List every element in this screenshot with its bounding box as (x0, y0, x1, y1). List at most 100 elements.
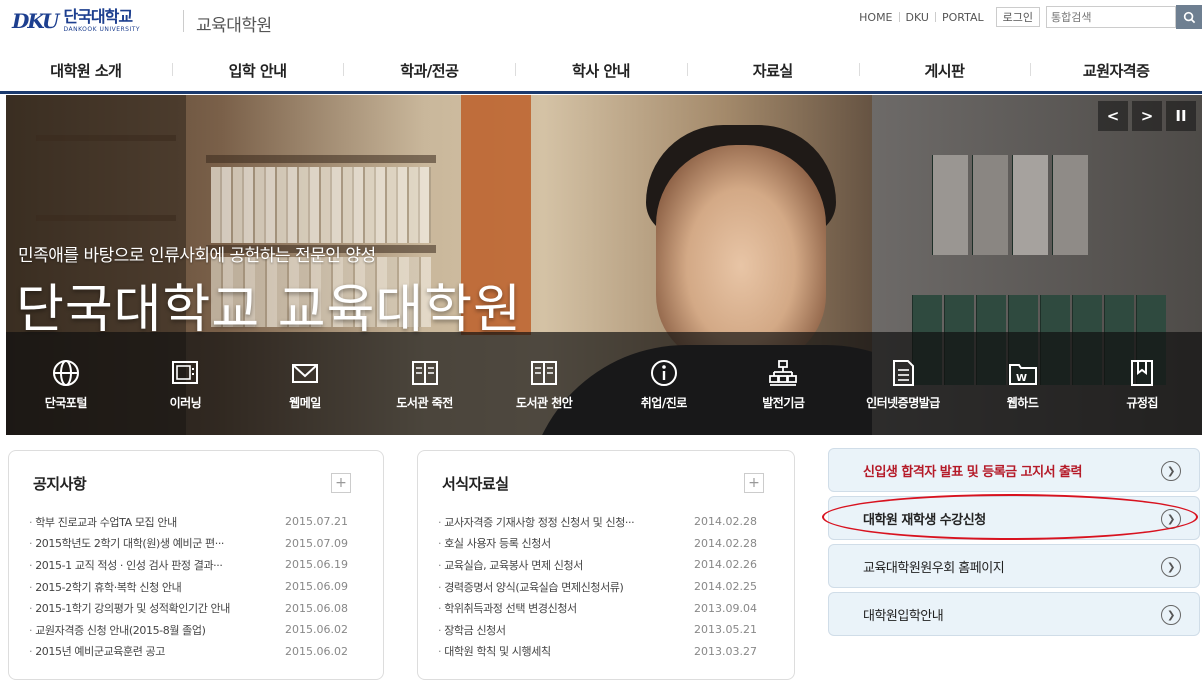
chevron-right-icon: ❯ (1161, 461, 1181, 481)
list-item[interactable]: 대학원 학칙 및 시행세칙2013.03.27 (438, 641, 757, 663)
quick-links-bar: 단국포털 이러닝 웹메일 도서관 죽전 도서관 천안 취업/진로 발전기금 인터… (6, 332, 1202, 435)
nav-item-about[interactable]: 대학원 소개 (0, 60, 172, 81)
university-logo[interactable]: DKU 단국대학교 DANKOOK UNIVERSITY (12, 8, 140, 34)
forms-title: 서식자료실 (442, 475, 509, 493)
notice-list: 학부 진로교과 수업TA 모집 안내2015.07.21 2015학년도 2학기… (29, 511, 348, 662)
forms-item-title: 장학금 신청서 (438, 622, 694, 638)
nav-item-departments[interactable]: 학과/전공 (343, 60, 515, 81)
forms-item-title: 경력증명서 양식(교육실습 면제신청서류) (438, 579, 694, 595)
nav-item-admission[interactable]: 입학 안내 (171, 60, 344, 81)
quick-link-webmail[interactable]: 웹메일 (245, 332, 365, 435)
course-registration-link[interactable]: 대학원 재학생 수강신청 ❯ (828, 496, 1200, 540)
hero-title: 단국대학교 교육대학원 (16, 280, 522, 340)
notice-item-date: 2015.06.19 (285, 558, 348, 572)
slide-pause-button[interactable]: II (1166, 101, 1196, 131)
notice-item-title: 2015-2학기 휴학·복학 신청 안내 (29, 579, 285, 595)
forms-item-date: 2014.02.28 (694, 536, 757, 550)
notice-item-title: 학부 진로교과 수업TA 모집 안내 (29, 514, 285, 530)
forms-box: 서식자료실 + 교사자격증 기재사항 정정 신청서 및 신청···2014.02… (417, 450, 795, 680)
quick-link-library-cheonan[interactable]: 도서관 천안 (484, 332, 604, 435)
link-label: 신입생 합격자 발표 및 등록금 고지서 출력 (863, 464, 1082, 480)
search-input[interactable] (1046, 6, 1176, 28)
notice-item-title: 2015-1학기 강의평가 및 성적확인기간 안내 (29, 600, 285, 616)
list-item[interactable]: 교사자격증 기재사항 정정 신청서 및 신청···2014.02.28 (438, 511, 757, 533)
site-name[interactable]: 교육대학원 (196, 11, 272, 36)
dku-link[interactable]: DKU (900, 11, 935, 24)
hero-banner: 민족애를 바탕으로 인류사회에 공헌하는 전문인 양성 단국대학교 교육대학원 … (6, 95, 1202, 435)
document-icon (892, 360, 914, 386)
list-item[interactable]: 교원자격증 신청 안내(2015-8월 졸업)2015.06.02 (29, 619, 348, 641)
hero-slogan: 민족애를 바탕으로 인류사회에 공헌하는 전문인 양성 (18, 246, 376, 266)
quick-link-label: 발전기금 (762, 396, 805, 410)
list-item[interactable]: 2015-2학기 휴학·복학 신청 안내2015.06.09 (29, 576, 348, 598)
list-item[interactable]: 경력증명서 양식(교육실습 면제신청서류)2014.02.25 (438, 576, 757, 598)
notice-item-date: 2015.06.02 (285, 644, 348, 658)
main-nav: 대학원 소개 입학 안내 학과/전공 학사 안내 자료실 게시판 교원자격증 (0, 50, 1202, 94)
quick-link-label: 도서관 죽전 (396, 396, 453, 410)
quick-link-regulations[interactable]: 규정집 (1082, 332, 1202, 435)
search-button[interactable] (1176, 5, 1202, 29)
notice-item-date: 2015.06.09 (285, 580, 348, 594)
forms-item-date: 2014.02.28 (694, 515, 757, 529)
quick-link-label: 웹메일 (289, 396, 321, 410)
utility-links: HOME DKU PORTAL 로그인 (853, 5, 1202, 29)
quick-link-portal[interactable]: 단국포털 (6, 332, 126, 435)
notice-item-date: 2015.07.21 (285, 515, 348, 529)
forms-item-date: 2013.09.04 (694, 601, 757, 615)
forms-item-date: 2013.03.27 (694, 644, 757, 658)
portal-link[interactable]: PORTAL (936, 11, 990, 24)
slide-prev-button[interactable]: < (1098, 101, 1128, 131)
link-label: 대학원 재학생 수강신청 (863, 512, 986, 528)
list-item[interactable]: 2015-1학기 강의평가 및 성적확인기간 안내2015.06.08 (29, 597, 348, 619)
list-item[interactable]: 2015학년도 2학기 대학(원)생 예비군 편···2015.07.09 (29, 533, 348, 555)
logo-mark: DKU (12, 9, 59, 33)
forms-item-title: 학위취득과정 선택 변경신청서 (438, 600, 694, 616)
forms-more-button[interactable]: + (744, 473, 764, 493)
logo-korean-name: 단국대학교 (63, 7, 133, 26)
notice-more-button[interactable]: + (331, 473, 351, 493)
chevron-right-icon: ❯ (1161, 605, 1181, 625)
forms-item-date: 2013.05.21 (694, 623, 757, 637)
nav-item-teacher-certificate[interactable]: 교원자격증 (1030, 60, 1202, 81)
nav-item-board[interactable]: 게시판 (858, 60, 1031, 81)
notice-title: 공지사항 (33, 475, 87, 493)
chevron-right-icon: ❯ (1161, 509, 1181, 529)
nav-item-resources[interactable]: 자료실 (686, 60, 859, 81)
link-label: 대학원입학안내 (863, 608, 944, 624)
list-item[interactable]: 2015년 예비군교육훈련 공고2015.06.02 (29, 641, 348, 663)
home-link[interactable]: HOME (853, 11, 898, 24)
top-bar: DKU 단국대학교 DANKOOK UNIVERSITY 교육대학원 HOME … (0, 0, 1202, 44)
forms-list: 교사자격증 기재사항 정정 신청서 및 신청···2014.02.28 호실 사… (438, 511, 757, 662)
list-item[interactable]: 2015-1 교직 적성 · 인성 검사 판정 결과···2015.06.19 (29, 554, 348, 576)
notice-item-title: 2015-1 교직 적성 · 인성 검사 판정 결과··· (29, 557, 285, 573)
quick-link-elearning[interactable]: 이러닝 (126, 332, 246, 435)
list-item[interactable]: 호실 사용자 등록 신청서2014.02.28 (438, 533, 757, 555)
forms-item-date: 2014.02.25 (694, 580, 757, 594)
bookmark-icon (1131, 360, 1154, 386)
list-item[interactable]: 학부 진로교과 수업TA 모집 안내2015.07.21 (29, 511, 348, 533)
nav-item-academic[interactable]: 학사 안내 (515, 60, 687, 81)
monitor-icon (172, 361, 199, 384)
quick-link-label: 도서관 천안 (515, 396, 573, 410)
quick-link-library-jukjeon[interactable]: 도서관 죽전 (365, 332, 485, 435)
quick-link-certificate[interactable]: 인터넷증명발급 (843, 332, 963, 435)
quick-link-career[interactable]: 취업/진로 (604, 332, 724, 435)
link-label: 교육대학원원우회 홈페이지 (863, 560, 1005, 576)
list-item[interactable]: 교육실습, 교육봉사 면제 신청서2014.02.26 (438, 554, 757, 576)
quick-link-webhard[interactable]: W 웹하드 (963, 332, 1083, 435)
list-item[interactable]: 학위취득과정 선택 변경신청서2013.09.04 (438, 597, 757, 619)
login-button[interactable]: 로그인 (995, 7, 1040, 27)
globe-icon (52, 360, 79, 386)
slide-next-button[interactable]: > (1132, 101, 1162, 131)
search-icon (1183, 11, 1195, 23)
notice-item-date: 2015.07.09 (285, 536, 348, 550)
quick-link-development-fund[interactable]: 발전기금 (724, 332, 844, 435)
list-item[interactable]: 장학금 신청서2013.05.21 (438, 619, 757, 641)
book-icon (411, 361, 438, 385)
graduate-admission-link[interactable]: 대학원입학안내 ❯ (828, 592, 1200, 636)
quick-link-label: 규정집 (1126, 396, 1158, 410)
divider (183, 10, 184, 32)
admission-result-link[interactable]: 신입생 합격자 발표 및 등록금 고지서 출력 ❯ (828, 448, 1200, 492)
alumni-homepage-link[interactable]: 교육대학원원우회 홈페이지 ❯ (828, 544, 1200, 588)
notice-item-title: 교원자격증 신청 안내(2015-8월 졸업) (29, 622, 285, 638)
